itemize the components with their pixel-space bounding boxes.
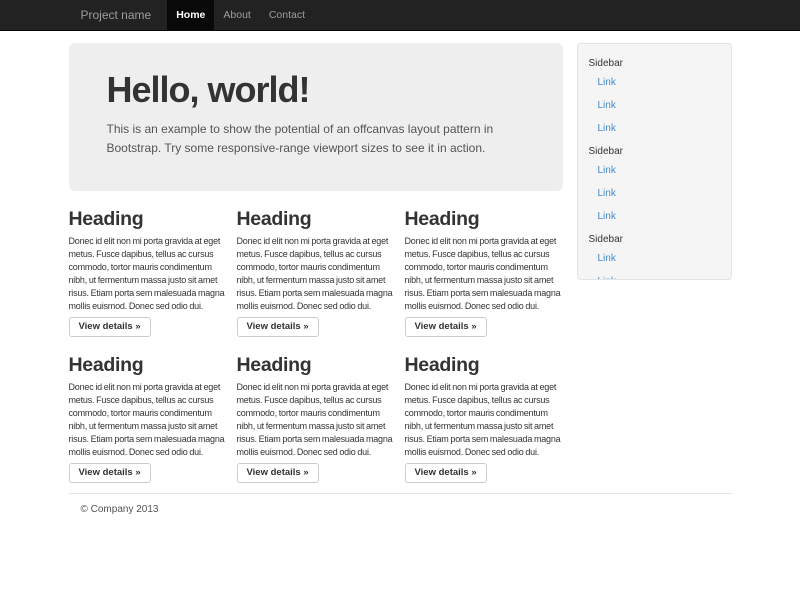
view-details-button[interactable]: View details » bbox=[237, 317, 319, 337]
view-details-button[interactable]: View details » bbox=[405, 463, 487, 483]
sidebar-group-title: Sidebar bbox=[578, 140, 731, 159]
card-body-text: Donec id elit non mi porta gravida at eg… bbox=[69, 235, 227, 313]
content-card: Heading Donec id elit non mi porta gravid… bbox=[405, 337, 563, 483]
card-heading: Heading bbox=[237, 209, 395, 229]
nav-link-about[interactable]: About bbox=[214, 0, 259, 30]
sidebar: SidebarLinkLinkLinkSidebarLinkLinkLinkSi… bbox=[577, 43, 732, 280]
sidebar-group-title: Sidebar bbox=[578, 228, 731, 247]
view-details-button[interactable]: View details » bbox=[405, 317, 487, 337]
card-body-text: Donec id elit non mi porta gravida at eg… bbox=[405, 235, 563, 313]
page: Project name HomeAboutContact Hello, wor… bbox=[0, 0, 800, 600]
sidebar-link[interactable]: Link bbox=[578, 71, 731, 94]
card-heading: Heading bbox=[69, 209, 227, 229]
view-details-button[interactable]: View details » bbox=[69, 317, 151, 337]
card-body-text: Donec id elit non mi porta gravida at eg… bbox=[237, 235, 395, 313]
card-heading: Heading bbox=[405, 355, 563, 375]
navbar-container: Project name HomeAboutContact bbox=[69, 0, 732, 30]
content-card: Heading Donec id elit non mi porta gravid… bbox=[237, 337, 395, 483]
card-body-text: Donec id elit non mi porta gravida at eg… bbox=[69, 381, 227, 459]
card-body-text: Donec id elit non mi porta gravida at eg… bbox=[405, 381, 563, 459]
jumbotron: Hello, world! This is an example to show… bbox=[69, 43, 563, 191]
nav-item: Contact bbox=[260, 0, 314, 30]
sidebar-link[interactable]: Link bbox=[578, 182, 731, 205]
sidebar-link[interactable]: Link bbox=[578, 270, 731, 280]
sidebar-group-title: Sidebar bbox=[578, 52, 731, 71]
sidebar-link[interactable]: Link bbox=[578, 205, 731, 228]
view-details-button[interactable]: View details » bbox=[237, 463, 319, 483]
sidebar-link[interactable]: Link bbox=[578, 117, 731, 140]
content-row: Hello, world! This is an example to show… bbox=[69, 43, 732, 483]
sidebar-link[interactable]: Link bbox=[578, 94, 731, 117]
content-grid: Heading Donec id elit non mi porta gravid… bbox=[69, 191, 563, 483]
content-card: Heading Donec id elit non mi porta gravid… bbox=[237, 191, 395, 337]
nav-link-contact[interactable]: Contact bbox=[260, 0, 314, 30]
content-card: Heading Donec id elit non mi porta gravid… bbox=[405, 191, 563, 337]
footer: © Company 2013 bbox=[69, 493, 732, 515]
view-details-button[interactable]: View details » bbox=[69, 463, 151, 483]
content-card: Heading Donec id elit non mi porta gravid… bbox=[69, 191, 227, 337]
footer-copyright: © Company 2013 bbox=[81, 504, 732, 515]
card-heading: Heading bbox=[237, 355, 395, 375]
main-column: Hello, world! This is an example to show… bbox=[69, 43, 563, 483]
nav-item: Home bbox=[167, 0, 214, 30]
jumbotron-title: Hello, world! bbox=[107, 69, 533, 111]
card-heading: Heading bbox=[405, 209, 563, 229]
content-card: Heading Donec id elit non mi porta gravid… bbox=[69, 337, 227, 483]
nav-link-home[interactable]: Home bbox=[167, 0, 214, 30]
navbar-brand[interactable]: Project name bbox=[69, 0, 164, 30]
main-container: Hello, world! This is an example to show… bbox=[69, 43, 732, 515]
navbar: Project name HomeAboutContact bbox=[0, 0, 800, 31]
card-heading: Heading bbox=[69, 355, 227, 375]
sidebar-link[interactable]: Link bbox=[578, 247, 731, 270]
nav-item: About bbox=[214, 0, 259, 30]
jumbotron-text: This is an example to show the potential… bbox=[107, 120, 533, 158]
sidebar-link[interactable]: Link bbox=[578, 159, 731, 182]
card-body-text: Donec id elit non mi porta gravida at eg… bbox=[237, 381, 395, 459]
navbar-menu: HomeAboutContact bbox=[167, 0, 314, 30]
